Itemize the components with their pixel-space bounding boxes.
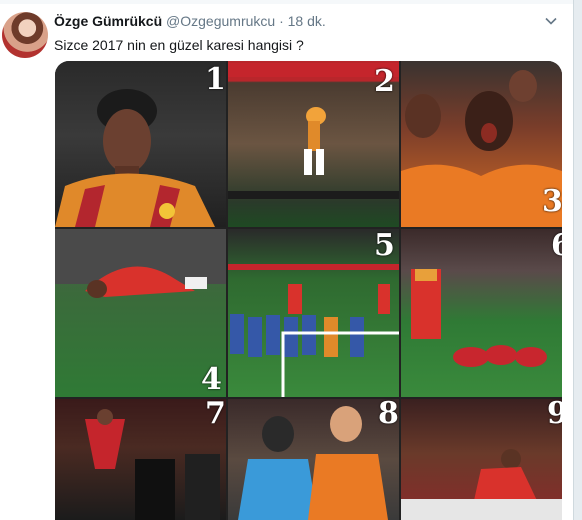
media-photo-1[interactable]: 1	[55, 61, 226, 227]
photo-number-4: 4	[201, 362, 222, 397]
chevron-down-icon[interactable]	[545, 15, 557, 27]
photo-number-7: 7	[205, 399, 226, 431]
bench-celebration-graphic	[85, 409, 220, 520]
timestamp[interactable]: 18 dk.	[288, 13, 326, 29]
media-photo-8[interactable]: 8	[228, 399, 399, 520]
photo-number-9: 9	[547, 399, 562, 431]
goal-celebration-graphic	[401, 449, 562, 520]
avatar[interactable]	[2, 12, 48, 58]
referee-confrontation-graphic	[238, 406, 388, 520]
media-photo-5[interactable]: 5	[228, 229, 399, 397]
team-prayer-graphic	[411, 269, 547, 367]
team-celebration-graphic	[401, 70, 562, 227]
media-grid[interactable]: 1 2 3 4 5 6 7 8 9	[55, 61, 562, 520]
tweet-text: Sizce 2017 nin en güzel karesi hangisi ?	[54, 37, 304, 53]
photo-number-5: 5	[374, 229, 395, 263]
photo-number-6: 6	[551, 229, 562, 263]
scrollbar-track[interactable]	[573, 0, 582, 520]
media-photo-6[interactable]: 6	[401, 229, 562, 397]
photo-number-2: 2	[374, 64, 395, 99]
media-photo-2[interactable]: 2	[228, 61, 399, 227]
display-name[interactable]: Özge Gümrükcü	[54, 13, 162, 29]
media-photo-4[interactable]: 4	[55, 229, 226, 397]
photo-number-8: 8	[378, 399, 399, 431]
media-photo-7[interactable]: 7	[55, 399, 226, 520]
previous-tweet-strip	[0, 0, 573, 4]
separator-dot: ·	[279, 13, 284, 29]
tweet-header: Özge Gümrükcü @Ozgegumrukcu · 18 dk.	[54, 12, 326, 30]
media-photo-9[interactable]: 9	[401, 399, 562, 520]
photo-number-1: 1	[205, 62, 226, 97]
media-photo-3[interactable]: 3	[401, 61, 562, 227]
photo-number-3: 3	[542, 184, 562, 219]
user-handle[interactable]: @Ozgegumrukcu	[166, 13, 275, 29]
player-portrait-graphic	[55, 89, 215, 227]
